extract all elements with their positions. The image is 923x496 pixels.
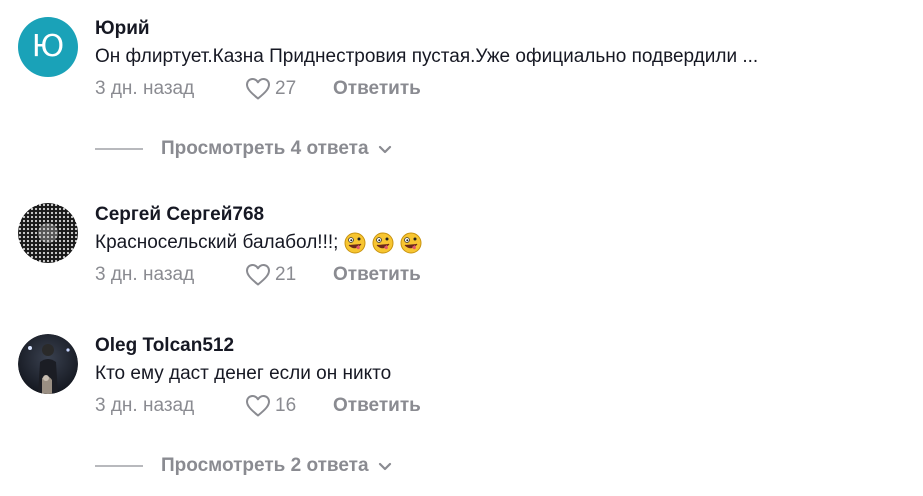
comment-text-content: Кто ему даст денег если он никто (95, 363, 392, 384)
comment-text-content: Красносельский балабол!!!; (95, 232, 339, 253)
comment-author[interactable]: Сергей Сергей768 (95, 203, 908, 227)
heart-outline-icon[interactable] (245, 263, 271, 287)
heart-outline-icon[interactable] (245, 77, 271, 101)
like-button[interactable]: 21 (245, 263, 333, 287)
view-replies-button[interactable]: Просмотреть 2 ответа (95, 455, 393, 477)
reply-button[interactable]: Ответить (333, 264, 421, 286)
comment-meta: 3 дн. назад 21 Ответить (95, 261, 908, 289)
divider-line (95, 465, 143, 467)
comment-text: Кто ему даст денег если он никто (95, 361, 908, 387)
zany-face-emoji (372, 232, 394, 254)
comment-text-content: Он флиртует.Казна Приднестровия пустая.У… (95, 46, 759, 67)
reply-button[interactable]: Ответить (333, 395, 421, 417)
comment-meta: 3 дн. назад 27 Ответить (95, 75, 908, 103)
divider-line (95, 148, 143, 150)
chevron-down-icon (378, 145, 391, 154)
avatar[interactable] (18, 334, 78, 394)
like-count: 16 (275, 395, 297, 416)
heart-outline-icon[interactable] (245, 394, 271, 418)
view-replies-button[interactable]: Просмотреть 4 ответа (95, 138, 393, 160)
avatar-image (18, 203, 78, 263)
comment-text: Он флиртует.Казна Приднестровия пустая.У… (95, 44, 908, 70)
comment-text: Красносельский балабол!!!; (95, 230, 908, 256)
avatar[interactable] (18, 203, 78, 263)
comment-date: 3 дн. назад (95, 395, 195, 416)
like-count: 27 (275, 78, 297, 99)
comment-author[interactable]: Oleg Tolcan512 (95, 334, 908, 358)
like-button[interactable]: 27 (245, 77, 333, 101)
reply-button[interactable]: Ответить (333, 78, 421, 100)
avatar[interactable]: Ю (18, 17, 78, 77)
chevron-down-icon (378, 462, 391, 471)
comment-date: 3 дн. назад (95, 78, 195, 99)
like-count: 21 (275, 264, 297, 285)
view-replies-label: Просмотреть 4 ответа (161, 138, 369, 159)
like-button[interactable]: 16 (245, 394, 333, 418)
zany-face-emoji (400, 232, 422, 254)
comment-date: 3 дн. назад (95, 264, 195, 285)
comment-author[interactable]: Юрий (95, 17, 908, 41)
zany-face-emoji (344, 232, 366, 254)
comment-meta: 3 дн. назад 16 Ответить (95, 392, 908, 420)
avatar-letter: Ю (31, 29, 65, 64)
view-replies-label: Просмотреть 2 ответа (161, 455, 369, 476)
avatar-image (18, 334, 78, 394)
